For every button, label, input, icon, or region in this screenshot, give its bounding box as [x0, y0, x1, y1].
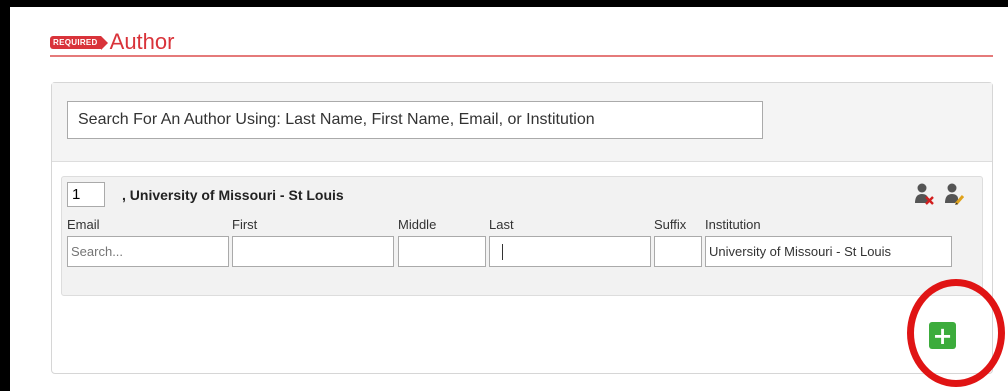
section-divider	[50, 55, 993, 57]
author-panel: , University of Missouri - St Louis Emai…	[51, 82, 993, 374]
email-field[interactable]	[67, 236, 229, 267]
plus-icon: +	[932, 321, 953, 350]
section-header: REQUIRED Author	[50, 27, 174, 57]
add-author-button[interactable]: +	[929, 322, 956, 349]
last-label: Last	[489, 217, 514, 232]
first-name-field[interactable]	[232, 236, 394, 267]
suffix-field[interactable]	[654, 236, 702, 267]
institution-label: Institution	[705, 217, 761, 232]
required-badge: REQUIRED	[50, 35, 108, 50]
author-entry: , University of Missouri - St Louis Emai…	[61, 176, 983, 296]
middle-name-field[interactable]	[398, 236, 486, 267]
institution-field[interactable]	[705, 236, 952, 267]
search-strip	[52, 83, 992, 162]
section-title: Author	[109, 29, 175, 54]
suffix-label: Suffix	[654, 217, 687, 232]
author-form-frame: REQUIRED Author , University of Missouri…	[10, 7, 1008, 391]
author-order-input[interactable]	[67, 182, 105, 207]
text-cursor	[502, 244, 503, 260]
author-heading: , University of Missouri - St Louis	[122, 187, 344, 203]
first-label: First	[232, 217, 258, 232]
last-name-field[interactable]	[489, 236, 651, 267]
email-label: Email	[67, 217, 100, 232]
remove-author-icon[interactable]	[914, 182, 934, 206]
author-search-input[interactable]	[67, 101, 763, 139]
edit-author-icon[interactable]	[944, 182, 964, 206]
middle-label: Middle	[398, 217, 437, 232]
